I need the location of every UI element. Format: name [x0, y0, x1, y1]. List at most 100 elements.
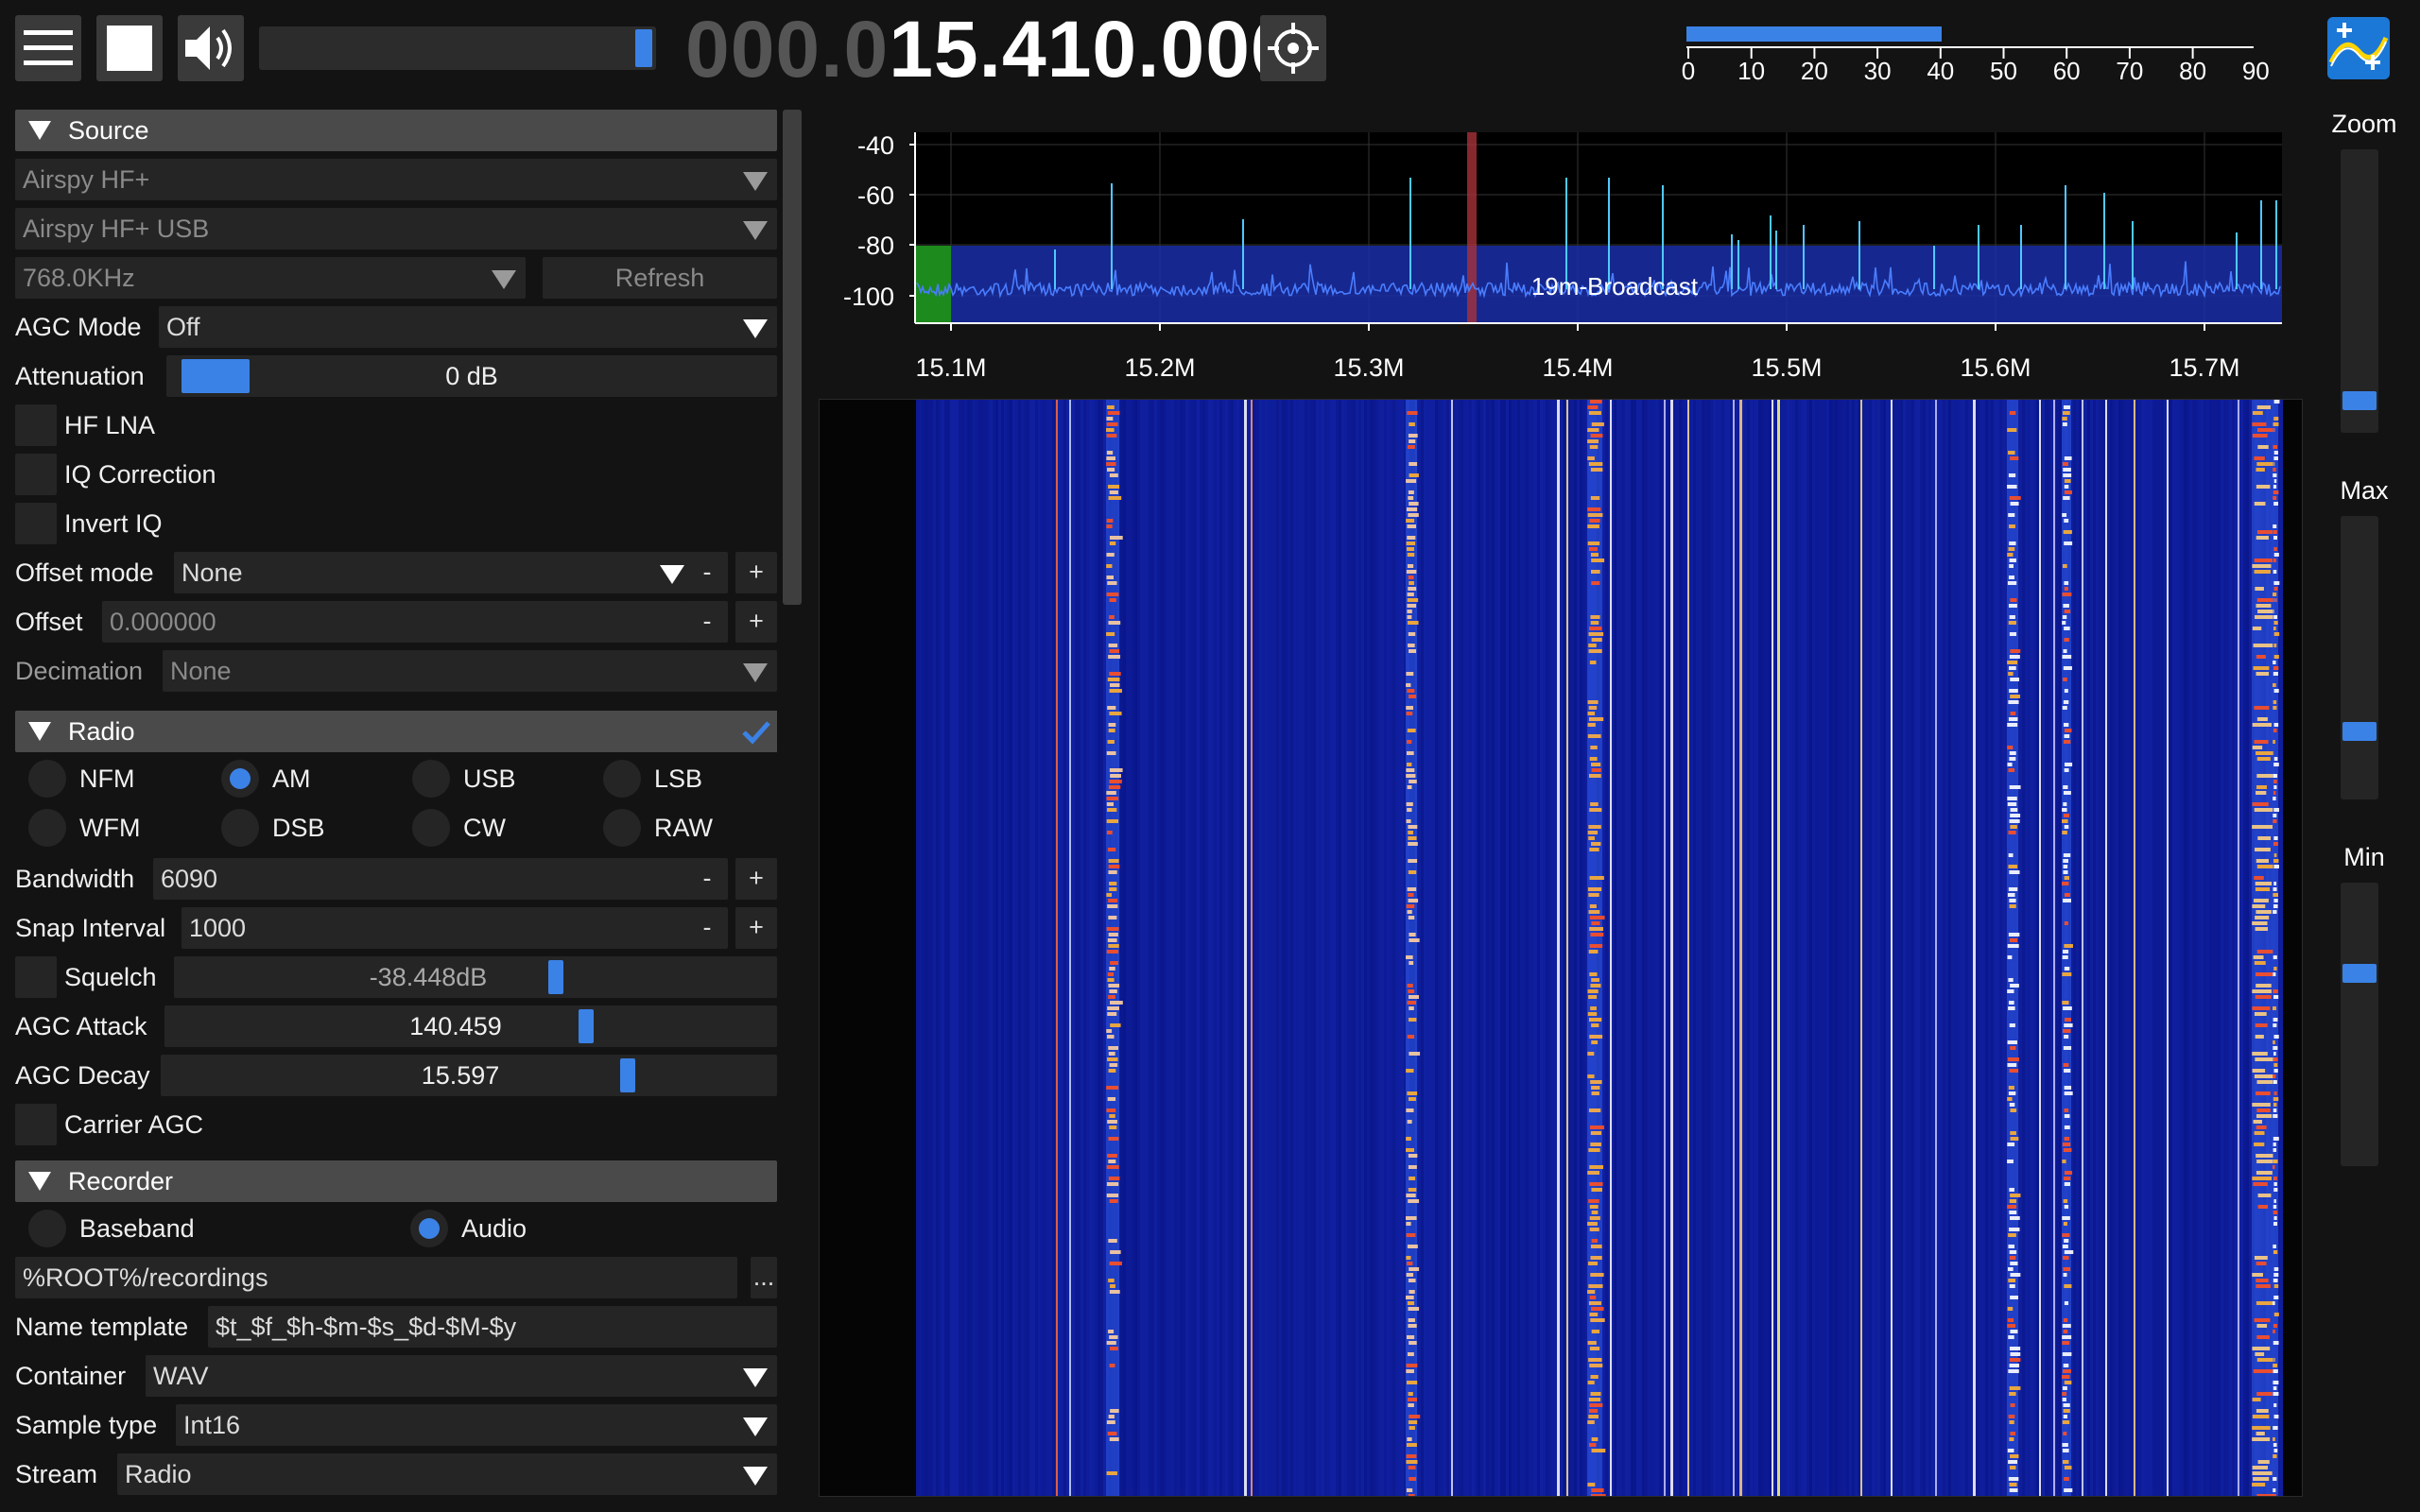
waterfall-signal-segment: [2273, 536, 2278, 540]
decimation-select[interactable]: None: [163, 650, 777, 692]
snap-interval-minus-button[interactable]: -: [686, 907, 728, 949]
waterfall-signal-segment: [2273, 490, 2279, 494]
mute-button[interactable]: [178, 15, 244, 81]
agc-decay-slider[interactable]: 15.597: [161, 1055, 777, 1096]
waterfall-signal-segment: [1108, 1330, 1115, 1333]
bandwidth-input[interactable]: 6090: [153, 858, 694, 900]
frequency-display[interactable]: 000.015.410.000: [685, 4, 1296, 94]
agc-decay-slider-handle[interactable]: [620, 1058, 635, 1092]
waterfall-signal-segment: [2009, 870, 2020, 874]
waterfall-noise: [1696, 400, 1699, 1496]
squelch-slider-handle[interactable]: [548, 960, 563, 994]
min-slider[interactable]: [2341, 883, 2378, 1166]
recording-path-input[interactable]: %ROOT%/recordings: [15, 1257, 737, 1298]
max-slider[interactable]: [2341, 516, 2378, 799]
zoom-slider[interactable]: [2341, 149, 2378, 433]
iq-correction-checkbox[interactable]: [15, 454, 57, 495]
radio-enable-checkbox[interactable]: [735, 711, 777, 752]
volume-slider-handle[interactable]: [635, 29, 652, 67]
name-template-input[interactable]: $t_$f_$h-$m-$s_$d-$M-$y: [208, 1306, 777, 1348]
waterfall-signal-segment: [1588, 1108, 1601, 1112]
vfo-marker[interactable]: [1467, 132, 1477, 323]
menu-scrollbar[interactable]: [783, 110, 802, 605]
waterfall-signal-segment: [2007, 1267, 2014, 1271]
mode-radio-am[interactable]: [221, 760, 259, 798]
waterfall-signal-segment: [1108, 1177, 1120, 1180]
mode-radio-usb[interactable]: [412, 760, 450, 798]
offset-mode-minus-button[interactable]: -: [686, 552, 728, 593]
agc-attack-slider[interactable]: 140.459: [164, 1005, 777, 1047]
fft-plot[interactable]: -40 -60 -80 -100 15.1M 15.2M 15.3M 15.4M 15.5M 15…: [819, 110, 2303, 399]
min-slider-handle[interactable]: [2342, 964, 2377, 983]
mode-radio-lsb[interactable]: [603, 760, 641, 798]
waterfall-noise: [1191, 400, 1194, 1496]
center-tuning-button[interactable]: [1260, 15, 1326, 81]
browse-button[interactable]: ...: [751, 1257, 777, 1298]
waterfall-signal-segment: [2062, 1233, 2070, 1237]
waterfall-plot[interactable]: [820, 400, 2302, 1496]
waterfall-signal-segment: [2256, 1301, 2273, 1305]
offset-mode-select[interactable]: None: [174, 552, 694, 593]
agc-attack-slider-handle[interactable]: [579, 1009, 594, 1043]
frequency-digits[interactable]: 15.410.000: [889, 5, 1295, 94]
recorder-section-header[interactable]: Recorder: [15, 1160, 777, 1202]
frequency-leading-digits[interactable]: 000.0: [685, 5, 889, 94]
waterfall-signal-segment: [1408, 1307, 1420, 1311]
mode-radio-wfm[interactable]: [28, 809, 66, 847]
waterfall-signal-segment: [1591, 1211, 1599, 1214]
waterfall-noise: [1965, 400, 1968, 1496]
samplerate-select[interactable]: 768.0KHz: [15, 257, 526, 299]
snap-interval-input[interactable]: 1000: [182, 907, 694, 949]
offset-plus-button[interactable]: +: [735, 601, 777, 643]
zoom-slider-handle[interactable]: [2342, 391, 2377, 410]
refresh-button[interactable]: Refresh: [543, 257, 777, 299]
waterfall-signal-segment: [1590, 570, 1600, 574]
squelch-checkbox[interactable]: [15, 956, 57, 998]
audio-radio[interactable]: [410, 1210, 448, 1247]
menu-button[interactable]: [15, 15, 81, 81]
waterfall-noise: [1426, 400, 1429, 1496]
waterfall-signal-segment: [1408, 836, 1417, 840]
baseband-radio[interactable]: [28, 1210, 66, 1247]
waterfall-signal-segment: [1406, 1148, 1414, 1152]
attenuation-slider[interactable]: 0 dB: [166, 355, 777, 397]
stream-select[interactable]: Radio: [117, 1453, 777, 1495]
source-section-header[interactable]: Source: [15, 110, 777, 151]
container-select[interactable]: WAV: [146, 1355, 777, 1397]
squelch-slider[interactable]: -38.448dB: [174, 956, 777, 998]
waterfall-signal-segment: [1407, 621, 1419, 625]
sdrpp-logo-icon[interactable]: [2327, 17, 2390, 79]
bandwidth-plus-button[interactable]: +: [735, 858, 777, 900]
radio-section-header[interactable]: Radio: [15, 711, 777, 752]
agc-mode-select[interactable]: Off: [159, 306, 777, 348]
waterfall-noise: [1486, 400, 1489, 1496]
bandwidth-minus-button[interactable]: -: [686, 858, 728, 900]
fft-spectrum[interactable]: -40 -60 -80 -100 15.1M 15.2M 15.3M 15.4M 15.5M 15…: [819, 110, 2303, 399]
play-stop-button[interactable]: [96, 15, 163, 81]
invert-iq-checkbox[interactable]: [15, 503, 57, 544]
offset-mode-plus-button[interactable]: +: [735, 552, 777, 593]
device-select[interactable]: Airspy HF+ USB: [15, 208, 777, 249]
waterfall-signal-segment: [2257, 836, 2272, 840]
waterfall-signal-segment: [2273, 1273, 2279, 1277]
offset-input[interactable]: 0.000000: [102, 601, 694, 643]
waterfall-noise: [2161, 400, 2164, 1496]
max-slider-handle[interactable]: [2342, 722, 2377, 741]
volume-slider[interactable]: [259, 26, 656, 70]
mode-radio-raw[interactable]: [603, 809, 641, 847]
source-type-select[interactable]: Airspy HF+: [15, 159, 777, 200]
offset-minus-button[interactable]: -: [686, 601, 728, 643]
waterfall-signal-segment: [2255, 927, 2269, 931]
mode-radio-dsb[interactable]: [221, 809, 259, 847]
mode-radio-cw[interactable]: [412, 809, 450, 847]
waterfall-signal-segment: [2008, 831, 2016, 834]
waterfall-signal-segment: [2256, 1284, 2271, 1288]
waterfall-signal-segment: [1106, 1194, 1119, 1197]
sample-type-select[interactable]: Int16: [176, 1404, 777, 1446]
hf-lna-checkbox[interactable]: [15, 404, 57, 446]
mode-radio-nfm[interactable]: [28, 760, 66, 798]
snap-interval-plus-button[interactable]: +: [735, 907, 777, 949]
carrier-agc-checkbox[interactable]: [15, 1104, 57, 1145]
waterfall-display[interactable]: [819, 399, 2303, 1497]
waterfall-noise: [1764, 400, 1767, 1496]
